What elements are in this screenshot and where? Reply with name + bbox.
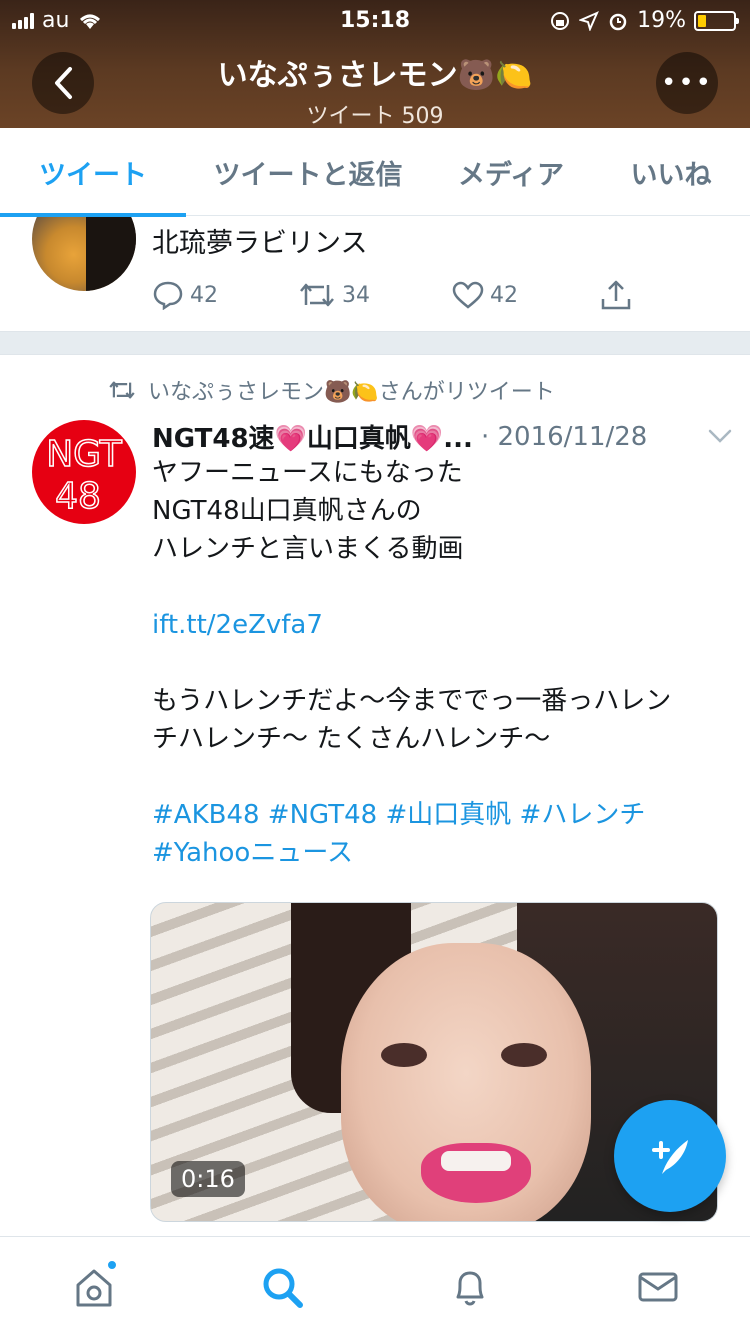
home-icon — [76, 1269, 112, 1307]
notification-dot — [106, 1259, 118, 1271]
svg-text:48: 48 — [55, 476, 101, 517]
share-icon — [601, 280, 631, 310]
compose-icon — [652, 1140, 688, 1174]
tweet-text: 北琉夢ラビリンス — [152, 228, 368, 259]
battery-icon — [694, 10, 739, 31]
bottom-nav — [0, 1236, 750, 1334]
tweet-header: NGT48速💗山口真帆💗... · 2016/11/28 — [152, 418, 732, 455]
reply-button[interactable]: 42 — [152, 280, 298, 310]
retweet-button[interactable]: 34 — [298, 281, 452, 309]
tab-likes[interactable]: いいね — [592, 128, 750, 216]
heart-icon — [452, 281, 484, 309]
ngt48-logo: NGT 48 — [45, 433, 123, 518]
tab-media[interactable]: メディア — [430, 128, 592, 216]
avatar[interactable] — [32, 217, 136, 291]
reply-icon — [153, 281, 183, 310]
hashtags[interactable]: #AKB48 #NGT48 #山口真帆 #ハレンチ — [152, 796, 722, 834]
like-button[interactable]: 42 — [452, 281, 600, 309]
nav-search[interactable] — [260, 1265, 304, 1309]
share-button[interactable] — [600, 279, 632, 311]
location-icon — [579, 10, 600, 31]
author-name[interactable]: NGT48速💗山口真帆💗... — [152, 418, 473, 455]
reply-count: 42 — [190, 282, 218, 308]
envelope-icon — [638, 1272, 678, 1302]
tweet-text: ヤフーニュースにもなった NGT48山口真帆さんの ハレンチと言いまくる動画 i… — [152, 454, 722, 872]
tweet-date[interactable]: · 2016/11/28 — [481, 422, 647, 452]
retweet-icon — [300, 283, 334, 307]
bell-icon — [456, 1271, 484, 1306]
nav-home[interactable] — [72, 1259, 118, 1309]
profile-header: au 15:18 19% いなぷぅさレモン🐻🍋 ツイート 509 ••• — [0, 0, 750, 129]
video-thumbnail — [341, 943, 591, 1221]
compose-tweet-button[interactable] — [614, 1100, 726, 1212]
chevron-down-icon — [708, 429, 732, 443]
nav-messages[interactable] — [636, 1265, 680, 1309]
profile-tabs: ツイート ツイートと返信 メディア いいね — [0, 128, 750, 217]
profile-name: いなぷぅさレモン🐻🍋 — [217, 58, 533, 93]
video-duration: 0:16 — [171, 1161, 245, 1197]
back-button[interactable] — [32, 52, 94, 114]
status-bar: au 15:18 19% — [0, 0, 750, 40]
tab-tweets-replies[interactable]: ツイートと返信 — [186, 128, 430, 216]
search-icon — [263, 1268, 303, 1308]
nav-notifications[interactable] — [448, 1265, 492, 1309]
tweet-count: ツイート 509 — [306, 104, 444, 129]
alarm-icon — [609, 13, 627, 30]
orientation-lock-icon — [551, 11, 570, 30]
battery-percent: 19% — [637, 8, 686, 33]
svg-text:NGT: NGT — [46, 434, 123, 475]
avatar[interactable]: NGT 48 — [32, 420, 136, 524]
chevron-left-icon — [55, 67, 72, 99]
hashtags[interactable]: #Yahooニュース — [152, 834, 722, 872]
tweet[interactable]: 北琉夢ラビリンス 42 34 42 — [0, 217, 750, 331]
retweeted-by-label: いなぷぅさレモン🐻🍋さんがリツイート — [148, 380, 555, 405]
tweet-menu-button[interactable] — [708, 424, 732, 449]
tab-tweets[interactable]: ツイート — [0, 128, 186, 217]
more-icon: ••• — [660, 68, 713, 98]
retweet-count: 34 — [342, 282, 370, 308]
tweet-link[interactable]: ift.tt/2eZvfa7 — [152, 606, 722, 644]
timeline-divider — [0, 331, 750, 355]
retweet-icon — [109, 381, 135, 399]
more-button[interactable]: ••• — [656, 52, 718, 114]
like-count: 42 — [490, 282, 518, 308]
retweet-context[interactable]: いなぷぅさレモン🐻🍋さんがリツイート — [108, 374, 555, 406]
